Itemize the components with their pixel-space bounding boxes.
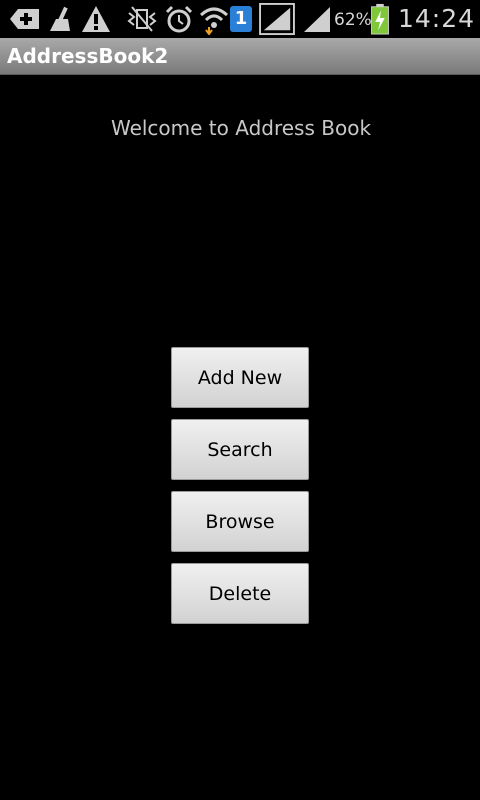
signal-icon	[259, 3, 295, 35]
add-notification-icon	[10, 9, 39, 29]
wifi-icon	[199, 7, 229, 35]
search-button[interactable]: Search	[171, 419, 309, 480]
battery-percent: 62%	[334, 10, 372, 30]
status-bar: 1 62% 14:24	[0, 0, 480, 38]
signal-icon	[304, 7, 330, 32]
add-new-button[interactable]: Add New	[171, 347, 309, 408]
browse-button[interactable]: Browse	[171, 491, 309, 552]
broom-icon	[50, 6, 70, 31]
welcome-text: Welcome to Address Book	[110, 116, 372, 140]
app-title: AddressBook2	[7, 44, 169, 68]
sim-1-icon: 1	[230, 6, 252, 32]
delete-button[interactable]: Delete	[171, 563, 309, 624]
vibrate-off-icon	[127, 6, 157, 32]
alarm-icon	[165, 5, 193, 33]
battery-charging-icon	[371, 3, 389, 35]
title-bar: AddressBook2	[0, 38, 480, 75]
clock: 14:24	[398, 4, 476, 33]
warning-icon	[82, 6, 110, 32]
